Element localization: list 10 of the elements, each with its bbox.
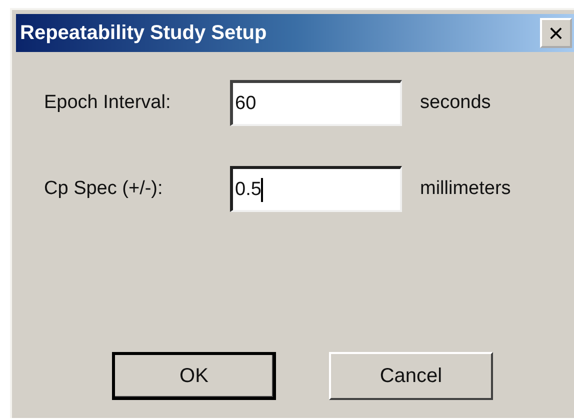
cancel-button[interactable]: Cancel <box>329 352 493 400</box>
close-button[interactable]: × <box>540 18 572 48</box>
input-field[interactable]: 0.5 <box>230 166 402 212</box>
window-title: Repeatability Study Setup <box>20 22 267 44</box>
input-field[interactable]: 60 <box>230 80 402 126</box>
unit-label: seconds <box>420 92 491 114</box>
unit-label: millimeters <box>420 178 511 200</box>
field-label: Epoch Interval: <box>44 92 172 114</box>
field-label: Cp Spec (+/-): <box>44 178 164 200</box>
ok-button[interactable]: OK <box>112 352 276 400</box>
